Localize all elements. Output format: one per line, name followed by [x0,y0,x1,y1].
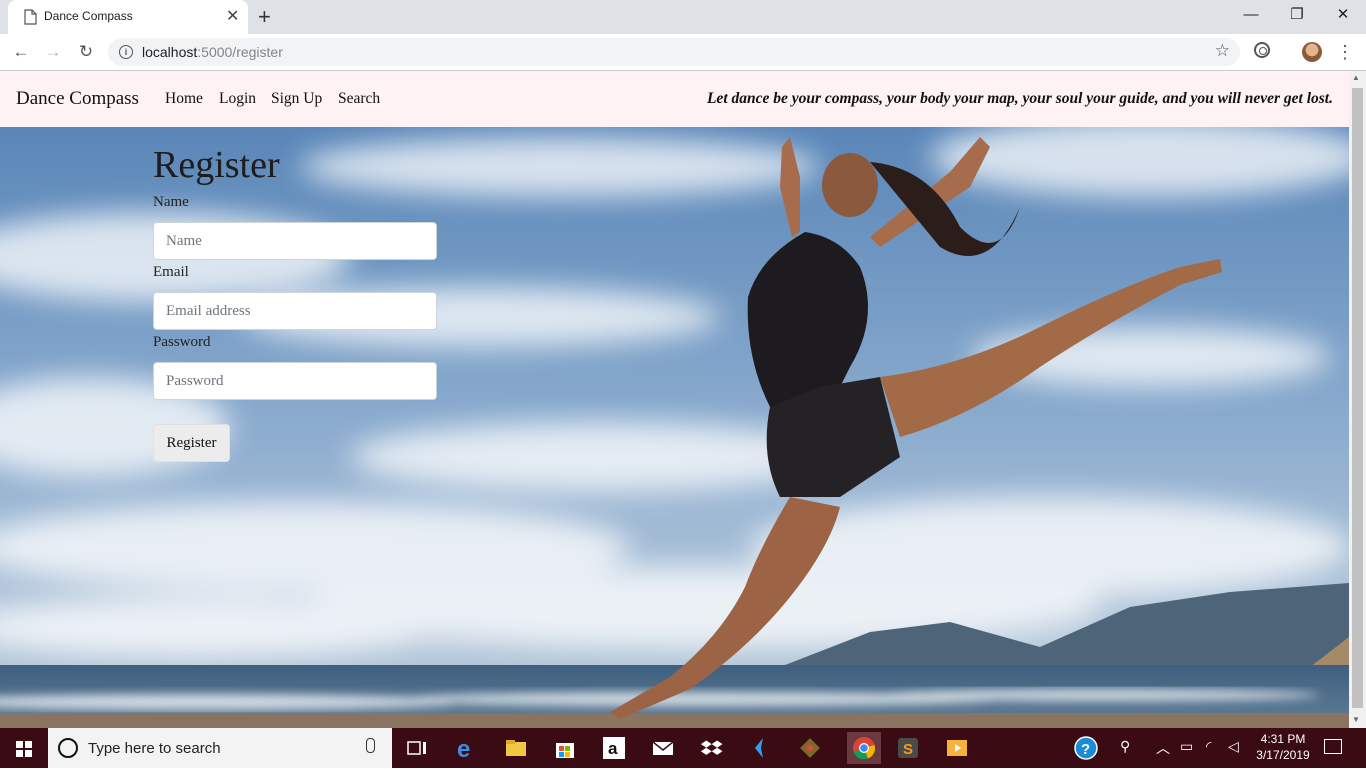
back-icon[interactable]: ← [9,40,33,64]
task-view-icon[interactable] [405,736,429,760]
restore-icon[interactable]: ❐ [1274,0,1320,30]
windows-taskbar: Type here to search e a S ? ⚲ ︿ ▭ ◜ ◁ 4:… [0,728,1366,768]
menu-icon[interactable]: ⋮ [1336,40,1354,64]
mail-icon[interactable] [651,736,675,760]
email-field[interactable] [153,292,437,330]
windows-start-icon[interactable] [0,728,48,768]
page-scrollbar[interactable]: ▲ ▼ [1349,71,1366,728]
bookmark-star-icon[interactable]: ☆ [1215,41,1230,61]
browser-toolbar: ← → ↻ i localhost:5000/register ☆ ⋮ [0,34,1366,71]
close-window-icon[interactable]: ✕ [1320,0,1366,30]
scroll-down-icon[interactable]: ▼ [1352,715,1360,724]
notifications-icon[interactable] [1324,739,1342,754]
password-label: Password [153,334,211,350]
taskbar-search-box[interactable]: Type here to search [48,728,392,768]
site-brand[interactable]: Dance Compass [16,88,139,110]
sublime-text-icon[interactable]: S [896,736,920,760]
nav-link-search[interactable]: Search [338,90,380,108]
site-navbar: Dance Compass Home Login Sign Up Search … [0,71,1349,127]
register-button[interactable]: Register [153,424,230,462]
nav-link-login[interactable]: Login [219,90,256,108]
visual-studio-icon[interactable] [749,736,773,760]
info-icon[interactable]: i [119,45,133,59]
password-field[interactable] [153,362,437,400]
media-player-icon[interactable] [945,736,969,760]
svg-text:S: S [903,741,913,758]
page-title: Register [153,144,280,186]
hero-section: Register Name Email Password Register [0,127,1349,728]
email-label: Email [153,264,189,280]
scrollbar-thumb[interactable] [1352,88,1363,708]
new-tab-icon[interactable]: + [258,4,271,30]
cortana-icon [58,738,78,758]
store-icon[interactable] [553,736,577,760]
page-viewport: Dance Compass Home Login Sign Up Search … [0,71,1349,728]
edge-icon[interactable]: e [455,736,479,763]
help-icon[interactable]: ? [1074,736,1098,760]
people-icon[interactable]: ⚲ [1120,738,1130,755]
site-tagline: Let dance be your compass, your body you… [706,90,1333,107]
address-bar[interactable]: i localhost:5000/register ☆ [108,38,1240,66]
wifi-icon[interactable]: ◜ [1206,738,1211,755]
svg-text:?: ? [1081,741,1090,758]
scroll-up-icon[interactable]: ▲ [1352,73,1360,82]
volume-muted-icon[interactable]: ◁ [1228,738,1239,755]
svg-text:e: e [457,736,470,760]
microphone-icon[interactable] [366,738,375,753]
document-icon [24,9,37,25]
close-tab-icon[interactable]: ✕ [226,7,239,27]
reload-icon[interactable]: ↻ [74,40,98,64]
battery-icon[interactable]: ▭ [1180,738,1193,755]
minimize-icon[interactable]: — [1228,0,1274,30]
extension-icon[interactable] [1254,42,1270,58]
browser-tab-strip: Dance Compass ✕ + — ❐ ✕ [0,0,1366,34]
dropbox-icon[interactable] [700,736,724,760]
amazon-icon[interactable]: a [602,736,626,760]
svg-text:a: a [608,739,618,758]
forward-icon[interactable]: → [41,40,65,64]
name-field[interactable] [153,222,437,260]
taskbar-clock[interactable]: 4:31 PM 3/17/2019 [1252,731,1314,763]
taskbar-search-placeholder: Type here to search [88,740,221,757]
git-icon[interactable] [798,736,822,760]
url-text: localhost:5000/register [142,44,283,60]
file-explorer-icon[interactable] [504,736,528,760]
profile-avatar[interactable] [1302,42,1322,62]
tab-title: Dance Compass [44,9,133,23]
clock-date: 3/17/2019 [1256,748,1310,762]
chevron-up-icon[interactable]: ︿ [1156,738,1170,758]
nav-link-sign-up[interactable]: Sign Up [271,90,322,108]
browser-tab[interactable]: Dance Compass ✕ [8,0,248,34]
nav-link-home[interactable]: Home [165,90,203,108]
name-label: Name [153,194,189,210]
clock-time: 4:31 PM [1260,732,1306,746]
chrome-icon[interactable] [847,732,881,764]
